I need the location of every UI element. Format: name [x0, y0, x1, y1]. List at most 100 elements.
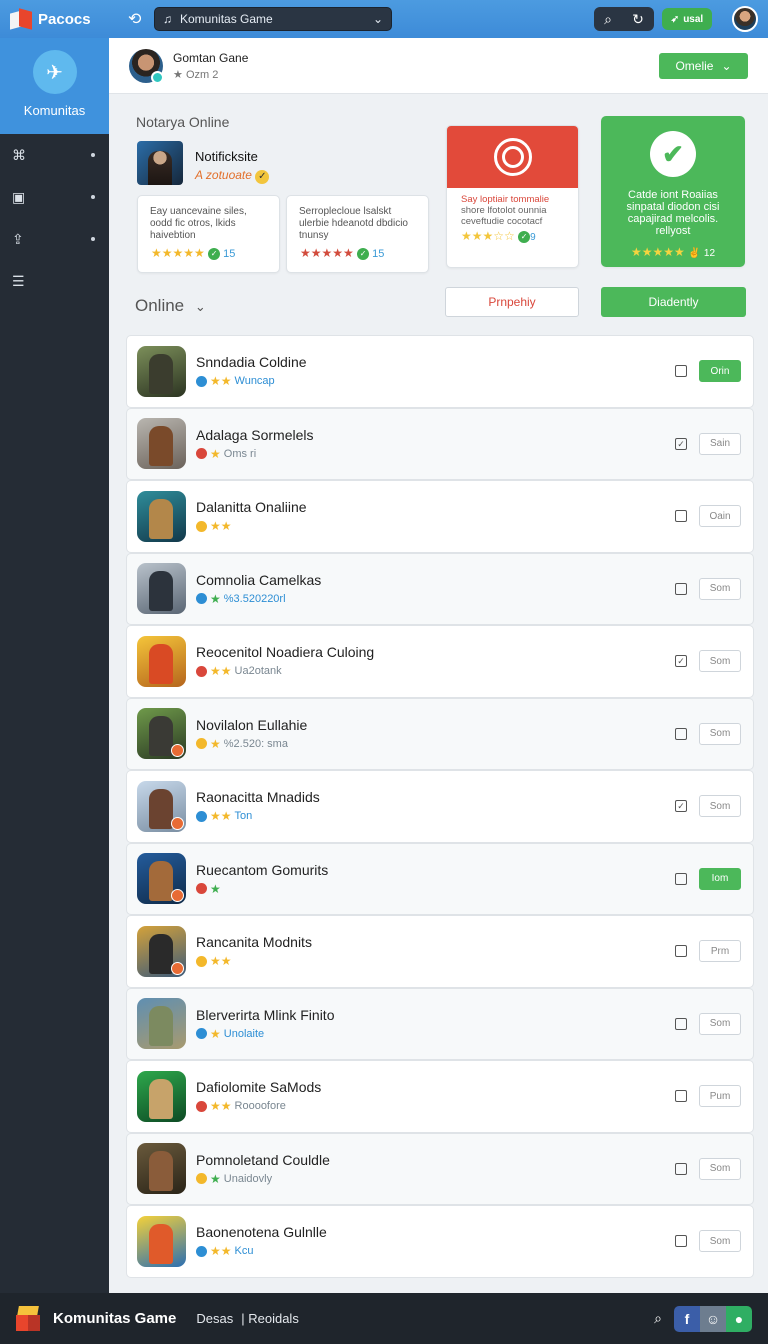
game-icon[interactable] — [137, 1143, 186, 1195]
search-icon[interactable]: ⌕ — [604, 11, 612, 28]
facebook-icon[interactable]: f — [674, 1305, 700, 1332]
list-item[interactable]: Snndadia Coldine ★★ Wuncap Orin — [126, 335, 754, 408]
sidebar-item-games[interactable]: ⌘ — [0, 134, 109, 176]
game-name[interactable]: Adalaga Sormelels — [196, 427, 675, 443]
list-item[interactable]: Ruecantom Gomurits ★ Iom — [126, 842, 754, 915]
select-checkbox[interactable] — [675, 582, 687, 595]
game-icon[interactable] — [137, 345, 186, 397]
primary-action-button[interactable]: Diadently — [601, 287, 746, 317]
list-item[interactable]: Blerverirta Mlink Finito ★ Unolaite Som — [126, 987, 754, 1060]
list-item[interactable]: Baonenotena Gulnlle ★★ Kcu Som — [126, 1205, 754, 1278]
select-checkbox[interactable] — [675, 1162, 687, 1175]
promo-card-red[interactable]: Say loptiair tommalie shore lfotolot oun… — [446, 125, 579, 268]
brand-logo[interactable]: Pacocs — [10, 8, 128, 30]
review-card[interactable]: Eay uancevaine siles, oodd fic otros, lk… — [137, 195, 280, 273]
refresh-icon[interactable]: ⟲ — [128, 9, 154, 29]
game-name[interactable]: Baonenotena Gulnlle — [196, 1224, 675, 1240]
online-dropdown[interactable]: Online ⌄ — [135, 296, 206, 316]
select-checkbox[interactable] — [675, 727, 687, 740]
list-item[interactable]: Adalaga Sormelels ★ Oms ri ✓ Sain — [126, 407, 754, 480]
game-icon[interactable] — [137, 780, 186, 832]
game-name[interactable]: Dafiolomite SaMods — [196, 1079, 675, 1095]
join-button[interactable]: Som — [699, 650, 741, 673]
list-item[interactable]: Pomnoletand Couldle ★ Unaidovly Som — [126, 1132, 754, 1205]
join-button[interactable]: Som — [699, 577, 741, 600]
game-name[interactable]: Dalanitta Onaliine — [196, 499, 675, 515]
game-icon[interactable] — [137, 853, 186, 905]
join-button[interactable]: Sain — [699, 432, 741, 455]
list-item[interactable]: Rancanita Modnits ★★ Prm — [126, 915, 754, 988]
featured-game-icon[interactable] — [137, 141, 183, 185]
sidebar-item-list[interactable]: ☰ — [0, 260, 109, 302]
game-icon[interactable] — [137, 1070, 186, 1122]
sync-icon[interactable]: ↻ — [632, 11, 644, 28]
user-avatar[interactable] — [732, 6, 758, 32]
avatar-icon[interactable]: ☺ — [700, 1305, 726, 1332]
join-button[interactable]: Som — [699, 1230, 741, 1253]
community-selector[interactable]: ♫ Komunitas Game ⌄ — [154, 7, 392, 31]
game-icon[interactable] — [137, 925, 186, 977]
select-checkbox[interactable] — [675, 945, 687, 958]
join-button[interactable]: Som — [699, 795, 741, 818]
sidebar-item-share[interactable]: ⇪ — [0, 218, 109, 260]
game-icon[interactable] — [137, 418, 186, 470]
game-icon[interactable] — [137, 635, 186, 687]
game-name[interactable]: Reocenitol Noadiera Culoing — [196, 644, 675, 660]
game-name[interactable]: Comnolia Camelkas — [196, 572, 675, 588]
select-checkbox[interactable]: ✓ — [675, 655, 687, 668]
join-button[interactable]: Som — [699, 1012, 741, 1035]
select-checkbox[interactable] — [675, 872, 687, 885]
join-button[interactable]: Orin — [699, 360, 741, 383]
select-checkbox[interactable] — [675, 1090, 687, 1103]
game-icon[interactable] — [137, 998, 186, 1050]
join-button[interactable]: Iom — [699, 867, 741, 890]
game-name[interactable]: Blerverirta Mlink Finito — [196, 1007, 675, 1023]
select-checkbox[interactable]: ✓ — [675, 800, 687, 813]
chat-icon[interactable]: ● — [726, 1305, 752, 1332]
secondary-action-button[interactable]: Prnpehiy — [445, 287, 579, 317]
star-rating: ★★★★★ ✓ 15 — [300, 246, 385, 260]
join-button[interactable]: Som — [699, 1157, 741, 1180]
bottom-link-desas[interactable]: Desas — [196, 1311, 233, 1326]
profile-avatar[interactable] — [129, 48, 164, 84]
star-rating: ★★★★★ ✌ 12 — [630, 245, 716, 259]
select-checkbox[interactable]: ✓ — [675, 437, 687, 450]
sidebar-item-store[interactable]: ▣ — [0, 176, 109, 218]
game-name[interactable]: Snndadia Coldine — [196, 354, 675, 370]
options-dropdown-button[interactable]: Omelie ⌄ — [659, 52, 748, 79]
game-icon[interactable] — [137, 563, 186, 615]
badge-icon — [171, 889, 184, 903]
game-icon[interactable] — [137, 708, 186, 760]
game-icon[interactable] — [137, 1215, 186, 1267]
game-name[interactable]: Pomnoletand Couldle — [196, 1152, 675, 1168]
game-name[interactable]: Raonacitta Mnadids — [196, 789, 675, 805]
join-button[interactable]: Som — [699, 722, 741, 745]
join-button[interactable]: Oain — [699, 505, 741, 528]
select-checkbox[interactable] — [675, 365, 687, 378]
featured-game-name[interactable]: Notificksite — [195, 149, 258, 164]
select-checkbox[interactable] — [675, 510, 687, 523]
sidebar-header[interactable]: ✈ Komunitas — [0, 38, 109, 134]
bottom-link-reoidals[interactable]: | Reoidals — [241, 1311, 299, 1326]
review-card[interactable]: Serroplecloue lsalskt ulerbie hdeanotd d… — [286, 195, 429, 273]
game-name[interactable]: Rancanita Modnits — [196, 934, 675, 950]
list-item[interactable]: Reocenitol Noadiera Culoing ★★ Ua2otank … — [126, 625, 754, 698]
select-checkbox[interactable] — [675, 1017, 687, 1030]
join-button[interactable]: Prm — [699, 940, 741, 963]
game-name[interactable]: Novilalon Eullahie — [196, 717, 675, 733]
list-item[interactable]: Dafiolomite SaMods ★★ Roooofore Pum — [126, 1060, 754, 1133]
status-pill[interactable]: ➶ usal — [662, 8, 712, 30]
game-name[interactable]: Ruecantom Gomurits — [196, 862, 675, 878]
cube-logo-icon[interactable] — [16, 1305, 40, 1332]
list-item[interactable]: Dalanitta Onaliine ★★ Oain — [126, 480, 754, 553]
list-item[interactable]: Raonacitta Mnadids ★★ Ton ✓ Som — [126, 770, 754, 843]
status-dot-icon — [196, 1173, 207, 1185]
game-icon[interactable] — [137, 490, 186, 542]
select-checkbox[interactable] — [675, 1235, 687, 1248]
search-icon[interactable]: ⌕ — [654, 1310, 662, 1327]
list-item[interactable]: Novilalon Eullahie ★ %2.520: sma Som — [126, 697, 754, 770]
game-meta-label: Unaidovly — [223, 1172, 273, 1185]
join-button[interactable]: Pum — [699, 1085, 741, 1108]
promo-card-green[interactable]: ✔ Catde iont Roaiias sinpatal diodon cis… — [601, 116, 745, 267]
list-item[interactable]: Comnolia Camelkas ★ %3.520220rl Som — [126, 552, 754, 625]
